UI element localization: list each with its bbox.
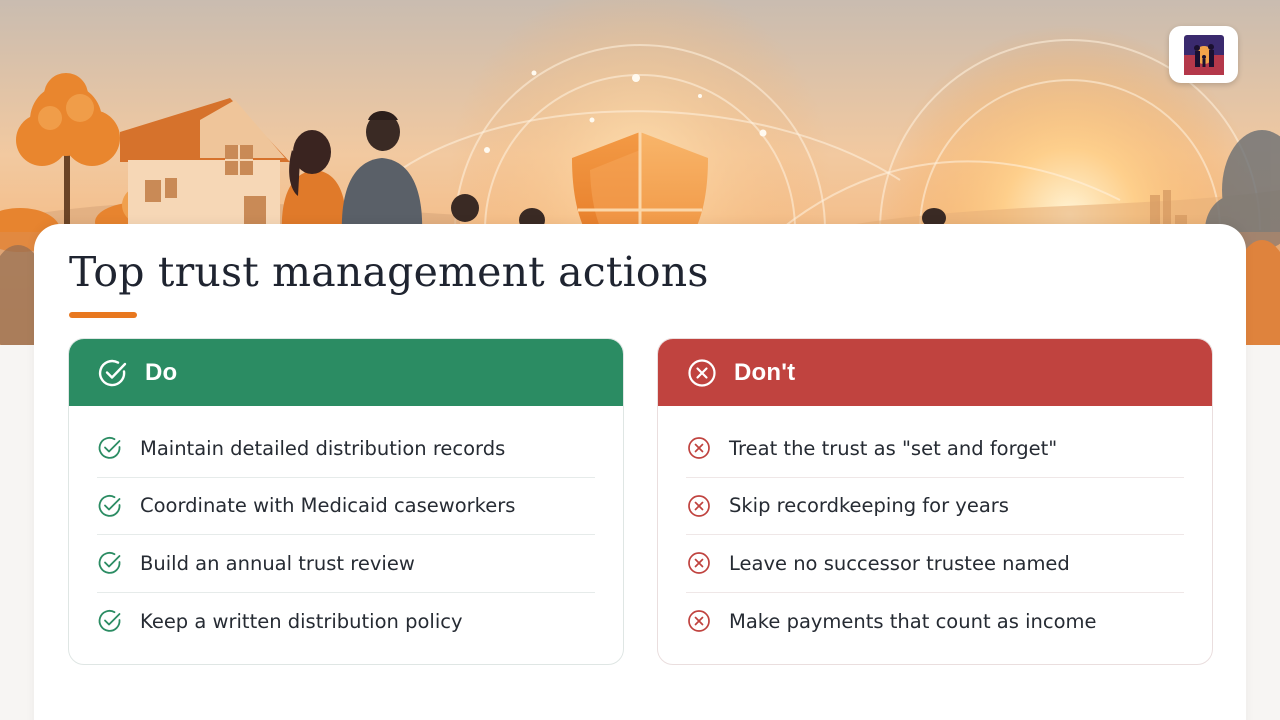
dont-header: Don't — [658, 339, 1212, 406]
x-circle-icon — [686, 493, 712, 519]
list-item: Treat the trust as "set and forget" — [686, 420, 1184, 478]
check-circle-icon — [97, 550, 123, 576]
check-circle-icon — [97, 608, 123, 634]
do-panel: Do Maintain detailed distribution record… — [68, 338, 624, 665]
do-item-text: Build an annual trust review — [140, 551, 415, 575]
list-item: Maintain detailed distribution records — [97, 420, 595, 478]
dont-item-text: Treat the trust as "set and forget" — [729, 436, 1058, 460]
dont-item-text: Make payments that count as income — [729, 609, 1097, 633]
dont-panel: Don't Treat the trust as "set and forget… — [657, 338, 1213, 665]
list-item: Skip recordkeeping for years — [686, 478, 1184, 535]
do-label: Do — [145, 358, 178, 386]
x-circle-icon — [686, 608, 712, 634]
dont-list: Treat the trust as "set and forget" Skip… — [658, 420, 1212, 650]
x-circle-icon — [686, 550, 712, 576]
do-item-text: Coordinate with Medicaid caseworkers — [140, 494, 516, 518]
x-circle-icon — [686, 357, 718, 389]
family-logo-icon — [1183, 34, 1224, 75]
title-underline — [69, 312, 137, 318]
list-item: Make payments that count as income — [686, 593, 1184, 651]
do-header: Do — [69, 339, 623, 406]
do-item-text: Maintain detailed distribution records — [140, 436, 506, 460]
list-item: Keep a written distribution policy — [97, 593, 595, 651]
check-circle-icon — [97, 435, 123, 461]
do-item-text: Keep a written distribution policy — [140, 609, 463, 633]
page-title: Top trust management actions — [69, 248, 709, 296]
check-circle-icon — [97, 357, 129, 389]
content-card: Top trust management actions Do Maintain… — [34, 224, 1246, 720]
dont-item-text: Skip recordkeeping for years — [729, 494, 1009, 518]
x-circle-icon — [686, 435, 712, 461]
slide: Top trust management actions Do Maintain… — [0, 0, 1280, 720]
check-circle-icon — [97, 493, 123, 519]
dont-label: Don't — [734, 358, 796, 386]
list-item: Leave no successor trustee named — [686, 535, 1184, 593]
list-item: Build an annual trust review — [97, 535, 595, 593]
brand-logo — [1169, 26, 1238, 83]
do-list: Maintain detailed distribution records C… — [69, 420, 623, 650]
dont-item-text: Leave no successor trustee named — [729, 551, 1070, 575]
list-item: Coordinate with Medicaid caseworkers — [97, 478, 595, 535]
